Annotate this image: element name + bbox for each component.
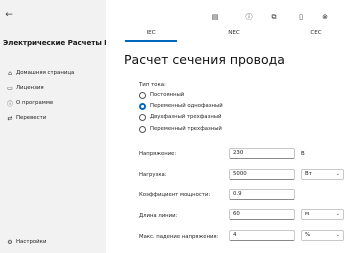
voltage-input[interactable]: 230 xyxy=(229,148,295,159)
voltage-drop-unit-value: % xyxy=(305,232,311,238)
license-icon: ▭ xyxy=(7,84,13,92)
info-icon: ⓘ xyxy=(245,13,253,21)
radio-label: Двухфазный трехфазный xyxy=(150,114,222,120)
home-icon: ⌂ xyxy=(8,69,12,77)
close-button[interactable]: ⊗ xyxy=(320,12,330,22)
power-factor-label: Коэффициент мощности: xyxy=(139,192,211,198)
load-unit-value: Вт xyxy=(305,171,312,177)
print-icon: ▤ xyxy=(211,13,219,21)
radio-ac-three-phase[interactable]: Переменный трехфазный xyxy=(139,124,222,134)
radio-button[interactable] xyxy=(139,113,146,121)
tab-selected-indicator xyxy=(125,40,177,42)
toolbar: ▤ ⓘ ⧉ ▯ ⊗ xyxy=(106,0,362,30)
radio-button[interactable] xyxy=(139,102,146,110)
standard-tabs: IEC NEC CEC xyxy=(106,30,362,42)
voltage-drop-unit-select[interactable]: % ⌄ xyxy=(301,230,344,241)
content-pane: ▤ ⓘ ⧉ ▯ ⊗ IEC NEC CEC Расчет сечения про… xyxy=(106,0,362,253)
nav-item-translate[interactable]: ⇄ Перевести xyxy=(4,111,46,125)
page-title: Расчет сечения провода xyxy=(124,52,285,67)
info-button[interactable]: ⓘ xyxy=(244,12,254,22)
line-length-unit-select[interactable]: м ⌄ xyxy=(301,209,344,220)
radio-button[interactable] xyxy=(139,91,146,99)
info-icon: ⓘ xyxy=(6,100,13,108)
chevron-down-icon: ⌄ xyxy=(335,232,340,238)
radio-ac-single-phase[interactable]: Переменный однофазный xyxy=(139,101,223,111)
radio-two-phase[interactable]: Двухфазный трехфазный xyxy=(139,112,221,122)
load-unit-select[interactable]: Вт ⌄ xyxy=(301,169,344,180)
tab-iec[interactable]: IEC xyxy=(131,30,171,36)
print-button[interactable]: ▤ xyxy=(210,12,220,22)
chevron-down-icon: ⌄ xyxy=(335,211,340,217)
power-factor-input[interactable]: 0.9 xyxy=(229,189,295,200)
navigation-pane: ← Электрические Расчеты PRO ⌂ Домашняя с… xyxy=(0,0,121,253)
nav-item-settings[interactable]: ⚙ Настройки xyxy=(4,235,46,249)
line-length-input[interactable]: 60 xyxy=(229,209,295,220)
tab-cec[interactable]: CEC xyxy=(296,30,336,36)
nav-item-license[interactable]: ▭ Лицензия xyxy=(4,81,44,95)
current-type-label: Тип тока: xyxy=(139,82,166,88)
nav-item-home[interactable]: ⌂ Домашняя страница xyxy=(4,66,74,80)
max-voltage-drop-input[interactable]: 4 xyxy=(229,230,295,241)
radio-dc[interactable]: Постоянный xyxy=(139,90,184,100)
nav-item-label: О программе xyxy=(16,100,54,106)
nav-item-label: Домашняя страница xyxy=(16,70,75,76)
tablet-icon: ▯ xyxy=(299,13,303,21)
radio-label: Постоянный xyxy=(150,92,185,98)
share-button[interactable]: ⧉ xyxy=(269,12,279,22)
app-title: Электрические Расчеты PRO xyxy=(3,38,121,47)
share-icon: ⧉ xyxy=(271,12,277,21)
line-length-unit-value: м xyxy=(305,211,310,217)
radio-label: Переменный трехфазный xyxy=(150,126,222,132)
radio-label: Переменный однофазный xyxy=(150,103,223,109)
nav-item-label: Лицензия xyxy=(16,85,44,91)
load-label: Нагрузка: xyxy=(139,172,167,178)
max-voltage-drop-label: Макс. падение напряжения: xyxy=(139,234,219,240)
nav-item-about[interactable]: ⓘ О программе xyxy=(4,96,53,110)
gear-icon: ⚙ xyxy=(7,238,13,246)
nav-item-label: Перевести xyxy=(16,115,47,121)
back-arrow-icon: ← xyxy=(5,10,13,20)
voltage-label: Напряжение: xyxy=(139,151,177,157)
radio-button[interactable] xyxy=(139,125,146,133)
translate-icon: ⇄ xyxy=(7,114,13,122)
line-length-label: Длина линии: xyxy=(139,213,178,219)
tab-nec[interactable]: NEC xyxy=(214,30,254,36)
device-button[interactable]: ▯ xyxy=(296,12,306,22)
load-input[interactable]: 5000 xyxy=(229,169,295,180)
voltage-unit: В xyxy=(301,151,305,157)
back-button[interactable]: ← xyxy=(0,0,18,30)
close-icon: ⊗ xyxy=(322,13,328,21)
chevron-down-icon: ⌄ xyxy=(335,171,340,177)
nav-item-label: Настройки xyxy=(16,239,47,245)
